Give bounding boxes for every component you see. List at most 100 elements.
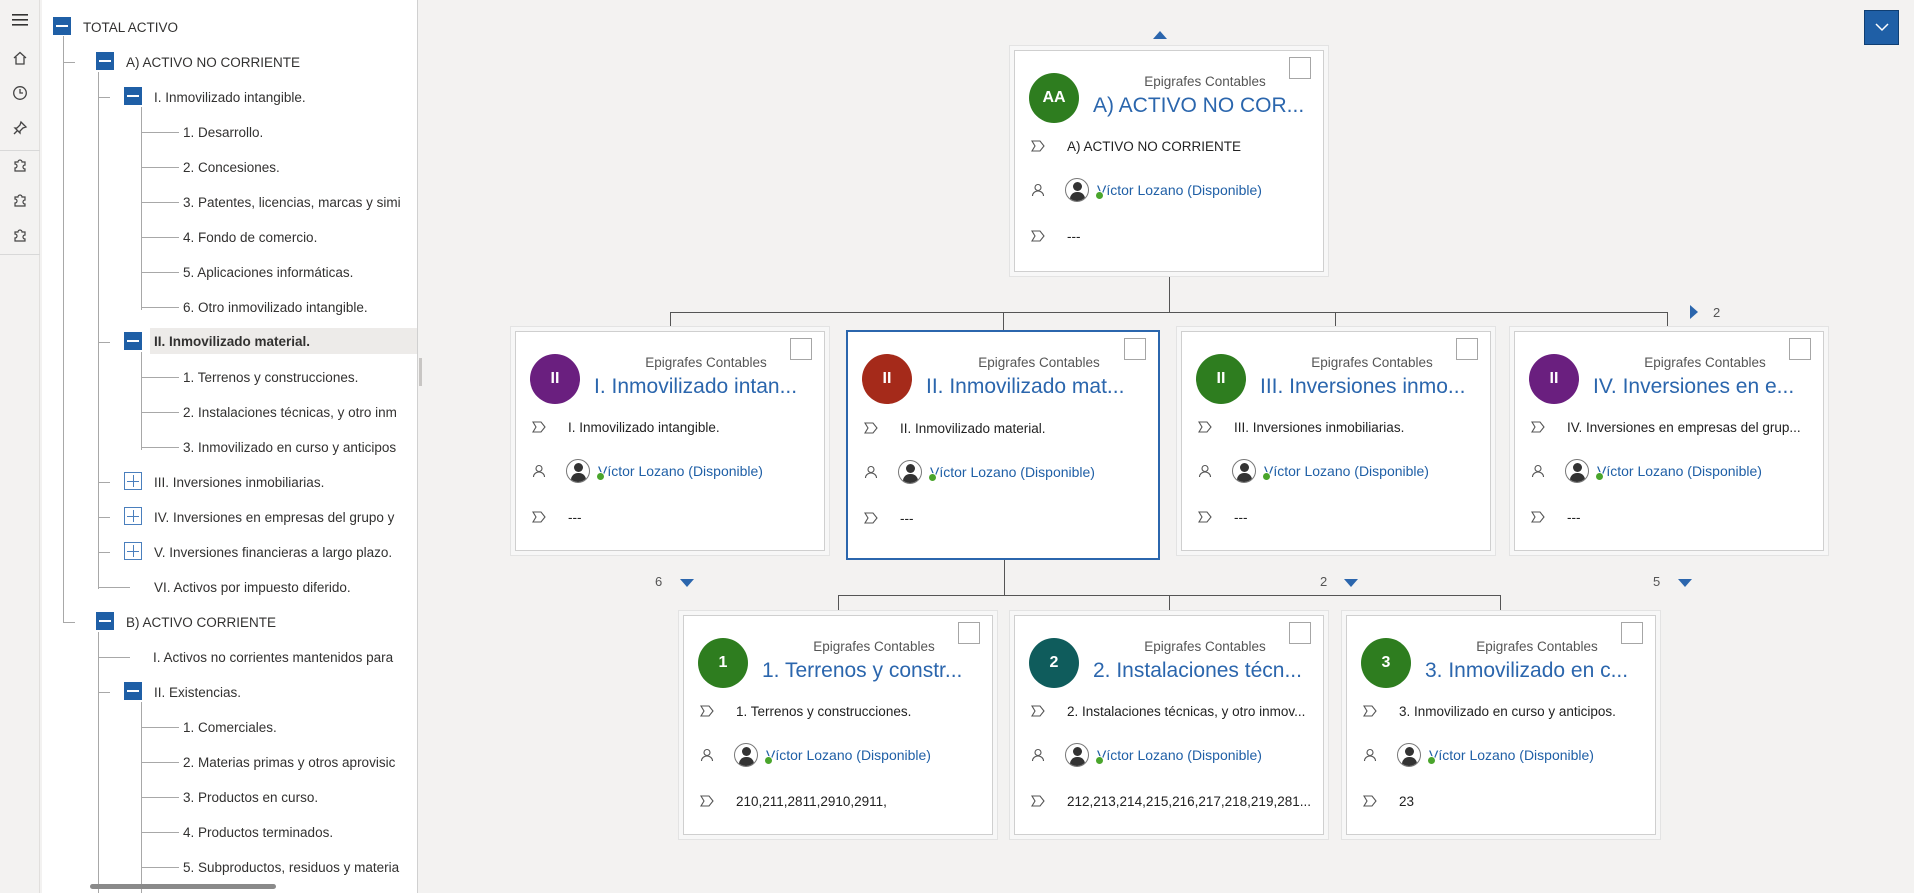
tag-icon <box>696 791 718 811</box>
org-card-inmovilizado-intangible[interactable]: II Epigrafes Contables I. Inmovilizado i… <box>515 331 825 551</box>
panel-splitter-handle[interactable] <box>419 358 422 386</box>
card-name: A) ACTIVO NO CORRIENTE <box>1067 138 1242 154</box>
org-card-terrenos[interactable]: 1 Epigrafes Contables 1. Terrenos y cons… <box>683 615 993 835</box>
tree-item-inmovilizado-intangible[interactable]: I. Inmovilizado intangible. <box>154 84 306 110</box>
card-accounts: 23 <box>1399 793 1415 809</box>
tree-item-label: A) ACTIVO NO CORRIENTE <box>126 54 301 70</box>
tree-item-desarrollo[interactable]: 1. Desarrollo. <box>183 119 263 145</box>
collapse-panel-button[interactable] <box>1864 10 1899 45</box>
card-row-name: IV. Inversiones en empresas del grup... <box>1527 414 1813 440</box>
puzzle-icon[interactable] <box>8 223 32 247</box>
card-title[interactable]: 2. Instalaciones técn... <box>1093 659 1311 683</box>
card-avatar: 3 <box>1361 638 1411 688</box>
person-icon <box>1527 461 1549 481</box>
expand-toggle-icon[interactable] <box>124 507 142 525</box>
tree-item-productos-terminados[interactable]: 4. Productos terminados. <box>183 819 333 845</box>
card-title[interactable]: A) ACTIVO NO COR... <box>1093 94 1311 118</box>
tree-item-productos-curso[interactable]: 3. Productos en curso. <box>183 784 318 810</box>
tree-item-inmovilizado-curso[interactable]: 3. Inmovilizado en curso y anticipos <box>183 434 396 460</box>
expand-children-icon[interactable] <box>680 579 694 587</box>
org-card-inversiones-inmobiliarias[interactable]: II Epigrafes Contables III. Inversiones … <box>1181 331 1491 551</box>
tree-item-fondo-comercio[interactable]: 4. Fondo de comercio. <box>183 224 317 250</box>
card-owner-link[interactable]: Víctor Lozano (Disponible) <box>766 747 931 763</box>
expand-toggle-icon[interactable] <box>124 472 142 490</box>
tree-item-instalaciones[interactable]: 2. Instalaciones técnicas, y otro inm <box>183 399 397 425</box>
tree-item-comerciales[interactable]: 1. Comerciales. <box>183 714 277 740</box>
card-title[interactable]: 1. Terrenos y constr... <box>762 659 980 683</box>
card-name: I. Inmovilizado intangible. <box>568 419 720 435</box>
pin-icon[interactable] <box>8 116 32 140</box>
tree-item-label: I. Inmovilizado intangible. <box>154 89 306 105</box>
card-title[interactable]: II. Inmovilizado mat... <box>926 375 1146 399</box>
card-title[interactable]: III. Inversiones inmo... <box>1260 375 1478 399</box>
recent-clock-icon[interactable] <box>8 81 32 105</box>
collapse-toggle-icon[interactable] <box>124 682 142 700</box>
puzzle-icon[interactable] <box>8 188 32 212</box>
collapse-toggle-icon[interactable] <box>124 332 142 350</box>
card-row-owner: Víctor Lozano (Disponible) <box>1527 458 1813 484</box>
card-owner-link[interactable]: Víctor Lozano (Disponible) <box>598 463 763 479</box>
tree-item-concesiones[interactable]: 2. Concesiones. <box>183 154 280 180</box>
collapse-toggle-icon[interactable] <box>124 87 142 105</box>
collapse-toggle-icon[interactable] <box>96 612 114 630</box>
card-row-accounts: --- <box>1027 223 1313 249</box>
tree-item-activo-corriente[interactable]: B) ACTIVO CORRIENTE <box>126 609 276 635</box>
expand-children-icon[interactable] <box>1344 579 1358 587</box>
card-title[interactable]: I. Inmovilizado intan... <box>594 375 812 399</box>
tree-item-inmovilizado-material[interactable]: II. Inmovilizado material. <box>150 328 417 354</box>
tree-item-inversiones-financieras[interactable]: V. Inversiones financieras a largo plazo… <box>154 539 392 565</box>
card-owner-link[interactable]: Víctor Lozano (Disponible) <box>1097 182 1262 198</box>
tree-item-label: II. Inmovilizado material. <box>154 333 311 349</box>
card-title[interactable]: IV. Inversiones en e... <box>1593 375 1811 399</box>
tree-item-terrenos[interactable]: 1. Terrenos y construcciones. <box>183 364 358 390</box>
org-card-activo-no-corriente[interactable]: AA Epigrafes Contables A) ACTIVO NO COR.… <box>1014 50 1324 272</box>
org-card-inmovilizado-material[interactable]: II Epigrafes Contables II. Inmovilizado … <box>846 330 1160 560</box>
tree-item-activo-no-corriente[interactable]: A) ACTIVO NO CORRIENTE <box>126 49 300 75</box>
tag-icon <box>1194 507 1216 527</box>
card-owner-link[interactable]: Víctor Lozano (Disponible) <box>1597 463 1762 479</box>
expand-children-icon[interactable] <box>1678 579 1692 587</box>
card-row-accounts: --- <box>1194 504 1480 530</box>
tree-item-aplicaciones-informaticas[interactable]: 5. Aplicaciones informáticas. <box>183 259 353 285</box>
tree-item-label: 3. Inmovilizado en curso y anticipos <box>183 439 397 455</box>
card-owner-link[interactable]: Víctor Lozano (Disponible) <box>930 464 1095 480</box>
card-name: III. Inversiones inmobiliarias. <box>1234 419 1405 435</box>
tree-item-otro-inmovilizado-intangible[interactable]: 6. Otro inmovilizado intangible. <box>183 294 368 320</box>
tree-item-label: II. Existencias. <box>154 684 242 700</box>
tag-icon <box>1027 136 1049 156</box>
card-owner-link[interactable]: Víctor Lozano (Disponible) <box>1264 463 1429 479</box>
tree-item-inversiones-empresas-grupo[interactable]: IV. Inversiones en empresas del grupo y <box>154 504 394 530</box>
tree-item-patentes[interactable]: 3. Patentes, licencias, marcas y simi <box>183 189 401 215</box>
next-siblings-icon[interactable] <box>1690 305 1698 319</box>
collapse-toggle-icon[interactable] <box>53 17 71 35</box>
tree-horizontal-scrollbar[interactable] <box>90 884 276 889</box>
tree-item-subproductos[interactable]: 5. Subproductos, residuos y materia <box>183 854 399 880</box>
tree-item-label: 1. Desarrollo. <box>183 124 264 140</box>
puzzle-icon[interactable] <box>8 153 32 177</box>
tree-item-label: B) ACTIVO CORRIENTE <box>126 614 277 630</box>
collapse-toggle-icon[interactable] <box>96 52 114 70</box>
card-title[interactable]: 3. Inmovilizado en c... <box>1425 659 1643 683</box>
navigate-up-icon[interactable] <box>1153 31 1167 39</box>
home-icon[interactable] <box>8 46 32 70</box>
tree-item-activos-impuesto-diferido[interactable]: VI. Activos por impuesto diferido. <box>154 574 351 600</box>
org-card-inversiones-empresas[interactable]: II Epigrafes Contables IV. Inversiones e… <box>1514 331 1824 551</box>
card-avatar: II <box>1196 354 1246 404</box>
org-card-instalaciones[interactable]: 2 Epigrafes Contables 2. Instalaciones t… <box>1014 615 1324 835</box>
card-category: Epigrafes Contables <box>645 355 767 370</box>
tree-item-materias-primas[interactable]: 2. Materias primas y otros aprovisic <box>183 749 395 775</box>
org-card-inmovilizado-curso[interactable]: 3 Epigrafes Contables 3. Inmovilizado en… <box>1346 615 1656 835</box>
card-avatar: II <box>530 354 580 404</box>
hamburger-menu-icon[interactable] <box>8 8 32 32</box>
card-accounts: --- <box>900 510 914 526</box>
card-category: Epigrafes Contables <box>978 355 1100 370</box>
card-owner-link[interactable]: Víctor Lozano (Disponible) <box>1429 747 1594 763</box>
tree-item-existencias[interactable]: II. Existencias. <box>154 679 241 705</box>
card-owner-link[interactable]: Víctor Lozano (Disponible) <box>1097 747 1262 763</box>
tree-item-total-activo[interactable]: TOTAL ACTIVO <box>83 14 178 40</box>
tree-item-activos-no-corrientes-venta[interactable]: I. Activos no corrientes mantenidos para <box>153 644 393 670</box>
presence-available-icon <box>1095 191 1104 200</box>
tree-item-label: TOTAL ACTIVO <box>83 19 179 35</box>
expand-toggle-icon[interactable] <box>124 542 142 560</box>
tree-item-inversiones-inmobiliarias[interactable]: III. Inversiones inmobiliarias. <box>154 469 324 495</box>
